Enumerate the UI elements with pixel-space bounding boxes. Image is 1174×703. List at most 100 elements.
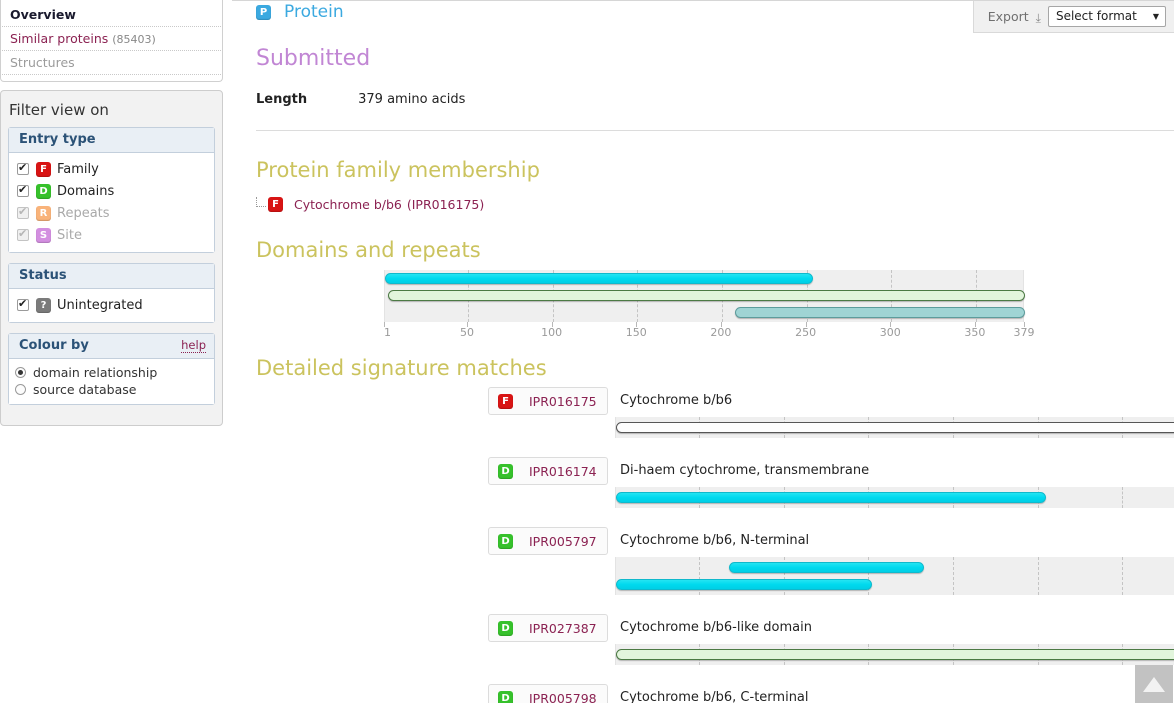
export-label: Export (987, 9, 1029, 24)
protein-name-heading: Submitted (256, 46, 371, 71)
protein-nav-panel: Overview Similar proteins (85403) Struct… (0, 0, 223, 82)
checkbox-icon[interactable] (17, 205, 29, 219)
radio-icon[interactable] (15, 367, 26, 378)
filter-label: Site (57, 227, 82, 243)
checkbox-icon[interactable] (17, 183, 29, 197)
family-entry-row[interactable]: F Cytochrome b/b6 (IPR016175) (256, 196, 485, 212)
page-root: Overview Similar proteins (85403) Struct… (0, 0, 1174, 703)
filter-entry-type-domains[interactable]: D Domains (15, 180, 208, 202)
track-canvas[interactable] (615, 417, 1174, 438)
download-icon[interactable]: ⤓ (1036, 12, 1041, 24)
track-canvas[interactable] (384, 270, 1025, 322)
track-canvas[interactable] (615, 557, 1174, 595)
match-bar[interactable] (616, 422, 1174, 433)
sidebar-item-label: Overview (10, 7, 76, 22)
entry-name: Cytochrome b/b6, C-terminal (620, 690, 809, 703)
checkbox-icon[interactable] (17, 227, 29, 241)
radio-icon[interactable] (15, 384, 26, 395)
filter-label: Domains (57, 183, 115, 199)
site-tag-icon: S (36, 227, 51, 243)
signature-track (615, 644, 1174, 665)
entry-type-tag-icon: D (498, 533, 513, 549)
status-heading: Status (9, 264, 214, 289)
select-format-dropdown[interactable]: Select format ▼ (1047, 6, 1166, 27)
chevron-down-icon: ▼ (1152, 11, 1159, 21)
filter-entry-type-family[interactable]: F Family (15, 158, 208, 180)
colour-by-options: domain relationship source database (9, 359, 214, 404)
signature-entry-chip[interactable]: F IPR016175 (488, 387, 608, 415)
export-bar: Export ⤓ Select format ▼ (972, 1, 1174, 33)
radio-domain-relationship[interactable]: domain relationship (15, 364, 208, 381)
entry-name: Cytochrome b/b6, N-terminal (620, 533, 810, 548)
match-bar[interactable] (729, 562, 925, 573)
signature-track (615, 557, 1174, 595)
match-bar[interactable] (616, 649, 1174, 660)
sidebar-item-label[interactable]: Similar proteins (10, 31, 108, 46)
axis-tick-label: 150 (625, 326, 647, 339)
signature-track (615, 487, 1174, 508)
radio-source-database[interactable]: source database (15, 381, 208, 398)
protein-family-heading: Protein family membership (256, 158, 540, 182)
entry-name: Di-haem cytochrome, transmembrane (620, 463, 870, 478)
sidebar-item-label: Structures (10, 55, 75, 70)
length-label: Length (256, 92, 308, 107)
match-bar[interactable] (385, 273, 814, 284)
length-value: 379 amino acids (358, 92, 466, 107)
filter-label: Unintegrated (57, 297, 143, 313)
checkbox-icon[interactable] (17, 161, 29, 175)
track-row (616, 646, 1174, 663)
select-format-value: Select format (1055, 9, 1137, 23)
entry-accession: IPR005797 (529, 533, 597, 549)
track-row (616, 489, 1174, 506)
sidebar-item-overview[interactable]: Overview (2, 3, 221, 27)
entry-name: Cytochrome b/b6-like domain (620, 620, 812, 635)
entry-accession: IPR016174 (529, 463, 597, 479)
sidebar-item-similar-proteins[interactable]: Similar proteins (85403) (2, 27, 221, 51)
signature-entry-chip[interactable]: D IPR027387 (488, 614, 608, 642)
entry-type-options: F Family D Domains R Repeats (9, 153, 214, 252)
family-entry-link[interactable]: Cytochrome b/b6 (294, 197, 402, 212)
match-bar[interactable] (735, 307, 1025, 318)
main-content: Export ⤓ Select format ▼ P Protein Submi… (232, 0, 1174, 703)
track-canvas[interactable] (615, 487, 1174, 508)
filter-entry-type-repeats[interactable]: R Repeats (15, 202, 208, 224)
match-bar[interactable] (616, 492, 1047, 503)
track-row (385, 304, 1025, 321)
status-options: ? Unintegrated (9, 289, 214, 322)
unintegrated-tag-icon: ? (36, 297, 51, 313)
similar-proteins-count: (85403) (112, 33, 156, 46)
axis-tick-label: 200 (710, 326, 732, 339)
checkbox-icon[interactable] (17, 297, 29, 311)
track-row (616, 559, 1174, 576)
axis-tick-label: 379 (1013, 326, 1035, 339)
scroll-to-top-button[interactable] (1135, 665, 1173, 703)
signature-entry-chip[interactable]: D IPR016174 (488, 457, 608, 485)
domains-overview-track: 1 50 100 150 200 250 300 350 379 (384, 270, 1035, 340)
track-canvas[interactable] (615, 644, 1174, 665)
filter-label: Family (57, 161, 99, 177)
entry-name: Cytochrome b/b6 (620, 393, 733, 408)
colour-by-heading-row: Colour by help (9, 334, 214, 359)
entry-accession: IPR016175 (529, 393, 597, 409)
status-box: Status ? Unintegrated (8, 263, 215, 323)
axis-tick-label: 350 (964, 326, 986, 339)
track-row (616, 576, 1174, 593)
length-row: Length 379 amino acids (256, 92, 465, 107)
page-title: P Protein (256, 2, 344, 22)
match-bar[interactable] (388, 290, 1025, 301)
signature-entry-chip[interactable]: D IPR005798 (488, 684, 608, 703)
axis-tick-label: 250 (795, 326, 817, 339)
filter-status-unintegrated[interactable]: ? Unintegrated (15, 294, 208, 316)
protein-tag-icon: P (256, 4, 271, 20)
domain-tag-icon: D (36, 183, 51, 199)
entry-type-tag-icon: D (498, 690, 513, 703)
axis-tick-label: 50 (459, 326, 474, 339)
filter-entry-type-site[interactable]: S Site (15, 224, 208, 246)
match-bar[interactable] (616, 579, 872, 590)
repeat-tag-icon: R (36, 205, 51, 221)
family-entry-accession: (IPR016175) (406, 197, 485, 212)
colour-by-help-link[interactable]: help (181, 338, 206, 353)
signature-entry-chip[interactable]: D IPR005797 (488, 527, 608, 555)
signature-track (615, 417, 1174, 438)
axis-tick-label: 1 (384, 326, 391, 339)
